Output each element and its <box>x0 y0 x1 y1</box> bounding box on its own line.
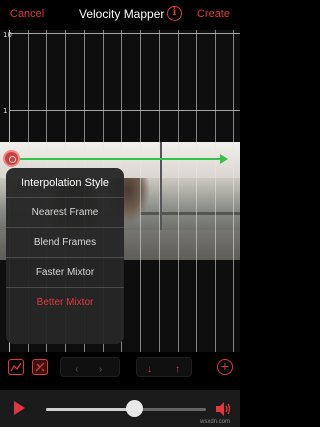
step-controls: ‹ › <box>60 357 120 377</box>
navigation-bar: Cancel Velocity Mapper i Create <box>0 0 240 30</box>
grid-line <box>140 30 141 352</box>
menu-title: Interpolation Style <box>6 168 124 198</box>
interpolation-style-menu: Interpolation Style Nearest Frame Blend … <box>6 168 124 344</box>
speed-line <box>14 158 224 160</box>
speed-down-icon[interactable]: ↓ <box>147 364 152 375</box>
speed-adjust-controls: ↓ ↑ <box>136 357 192 377</box>
info-icon[interactable]: i <box>167 6 182 21</box>
speed-up-icon[interactable]: ↑ <box>175 364 180 375</box>
grid-line <box>233 30 234 352</box>
create-button[interactable]: Create <box>197 8 230 20</box>
y-label-1: 1 <box>3 107 8 115</box>
scrubber-thumb[interactable] <box>126 400 143 417</box>
curve-style-icon[interactable] <box>8 359 24 375</box>
speed-line-arrow <box>220 154 228 164</box>
tool-row: ‹ › ↓ ↑ + <box>0 352 240 382</box>
watermark: wsxdn.com <box>199 419 230 425</box>
grid-line <box>178 30 179 352</box>
option-faster-mixtor[interactable]: Faster Mixtor <box>6 258 124 288</box>
grid-line <box>196 30 197 352</box>
playback-bar: wsxdn.com <box>0 390 240 427</box>
scrubber-fill <box>46 408 134 411</box>
grid-line <box>215 30 216 352</box>
grid-line <box>159 30 160 352</box>
speaker-icon[interactable] <box>214 401 232 417</box>
speed-keyframe-handle[interactable] <box>3 150 20 167</box>
add-keyframe-icon[interactable]: + <box>217 359 233 375</box>
interpolation-icon[interactable] <box>32 359 48 375</box>
step-back-icon[interactable]: ‹ <box>75 364 78 375</box>
y-label-10: 10 <box>3 31 12 39</box>
option-nearest-frame[interactable]: Nearest Frame <box>6 198 124 228</box>
page-title: Velocity Mapper <box>79 7 165 21</box>
cancel-button[interactable]: Cancel <box>10 8 44 20</box>
option-blend-frames[interactable]: Blend Frames <box>6 228 124 258</box>
play-icon[interactable] <box>14 401 25 415</box>
grid-line <box>10 110 240 111</box>
grid-line <box>10 33 240 34</box>
option-better-mixtor[interactable]: Better Mixtor <box>6 288 124 318</box>
step-forward-icon[interactable]: › <box>99 364 102 375</box>
